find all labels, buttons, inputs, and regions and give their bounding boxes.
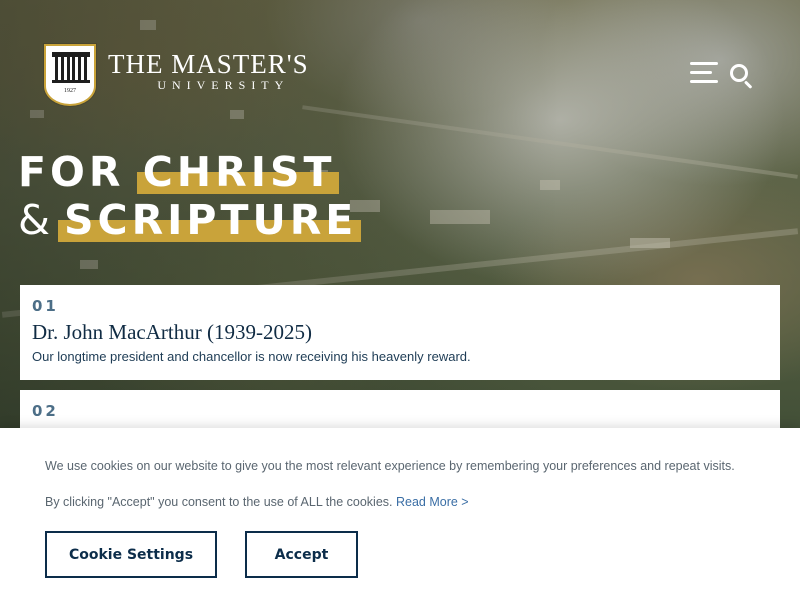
logo-subtitle: UNIVERSITY — [157, 78, 290, 92]
news-number: 02 — [32, 402, 59, 420]
cookie-message: We use cookies on our website to give yo… — [45, 459, 735, 473]
hamburger-menu-icon[interactable] — [690, 62, 718, 86]
crest-icon: 1927 — [44, 44, 96, 106]
news-number: 01 — [32, 297, 59, 315]
news-title[interactable]: Dr. John MacArthur (1939-2025) — [32, 320, 768, 345]
headline-christ: CHRIST — [136, 148, 340, 196]
news-card-1[interactable]: 01 Dr. John MacArthur (1939-2025) Our lo… — [20, 285, 780, 380]
logo-name: THE MASTER'S — [108, 49, 309, 79]
headline-line-2: & SCRIPTURE — [18, 196, 362, 244]
hero-headline: FOR CHRIST & SCRIPTURE — [18, 148, 362, 244]
wordmark: THE MASTER'S UNIVERSITY — [108, 44, 309, 93]
search-icon[interactable] — [728, 62, 754, 89]
headline-line-1: FOR CHRIST — [18, 148, 357, 196]
headline-scripture: SCRIPTURE — [57, 196, 362, 244]
headline-for: FOR — [18, 148, 125, 196]
news-description: Our longtime president and chancellor is… — [32, 349, 471, 364]
crest-year: 1927 — [64, 88, 76, 94]
university-logo[interactable]: 1927 THE MASTER'S UNIVERSITY — [44, 44, 309, 106]
cookie-banner: We use cookies on our website to give yo… — [0, 428, 800, 600]
cookie-consent-text: By clicking "Accept" you consent to the … — [45, 495, 469, 509]
headline-ampersand: & — [18, 196, 54, 244]
read-more-link[interactable]: Read More > — [396, 495, 469, 509]
cookie-settings-button[interactable]: Cookie Settings — [45, 531, 217, 578]
cookie-consent: By clicking "Accept" you consent to the … — [45, 495, 393, 509]
accept-button[interactable]: Accept — [245, 531, 358, 578]
